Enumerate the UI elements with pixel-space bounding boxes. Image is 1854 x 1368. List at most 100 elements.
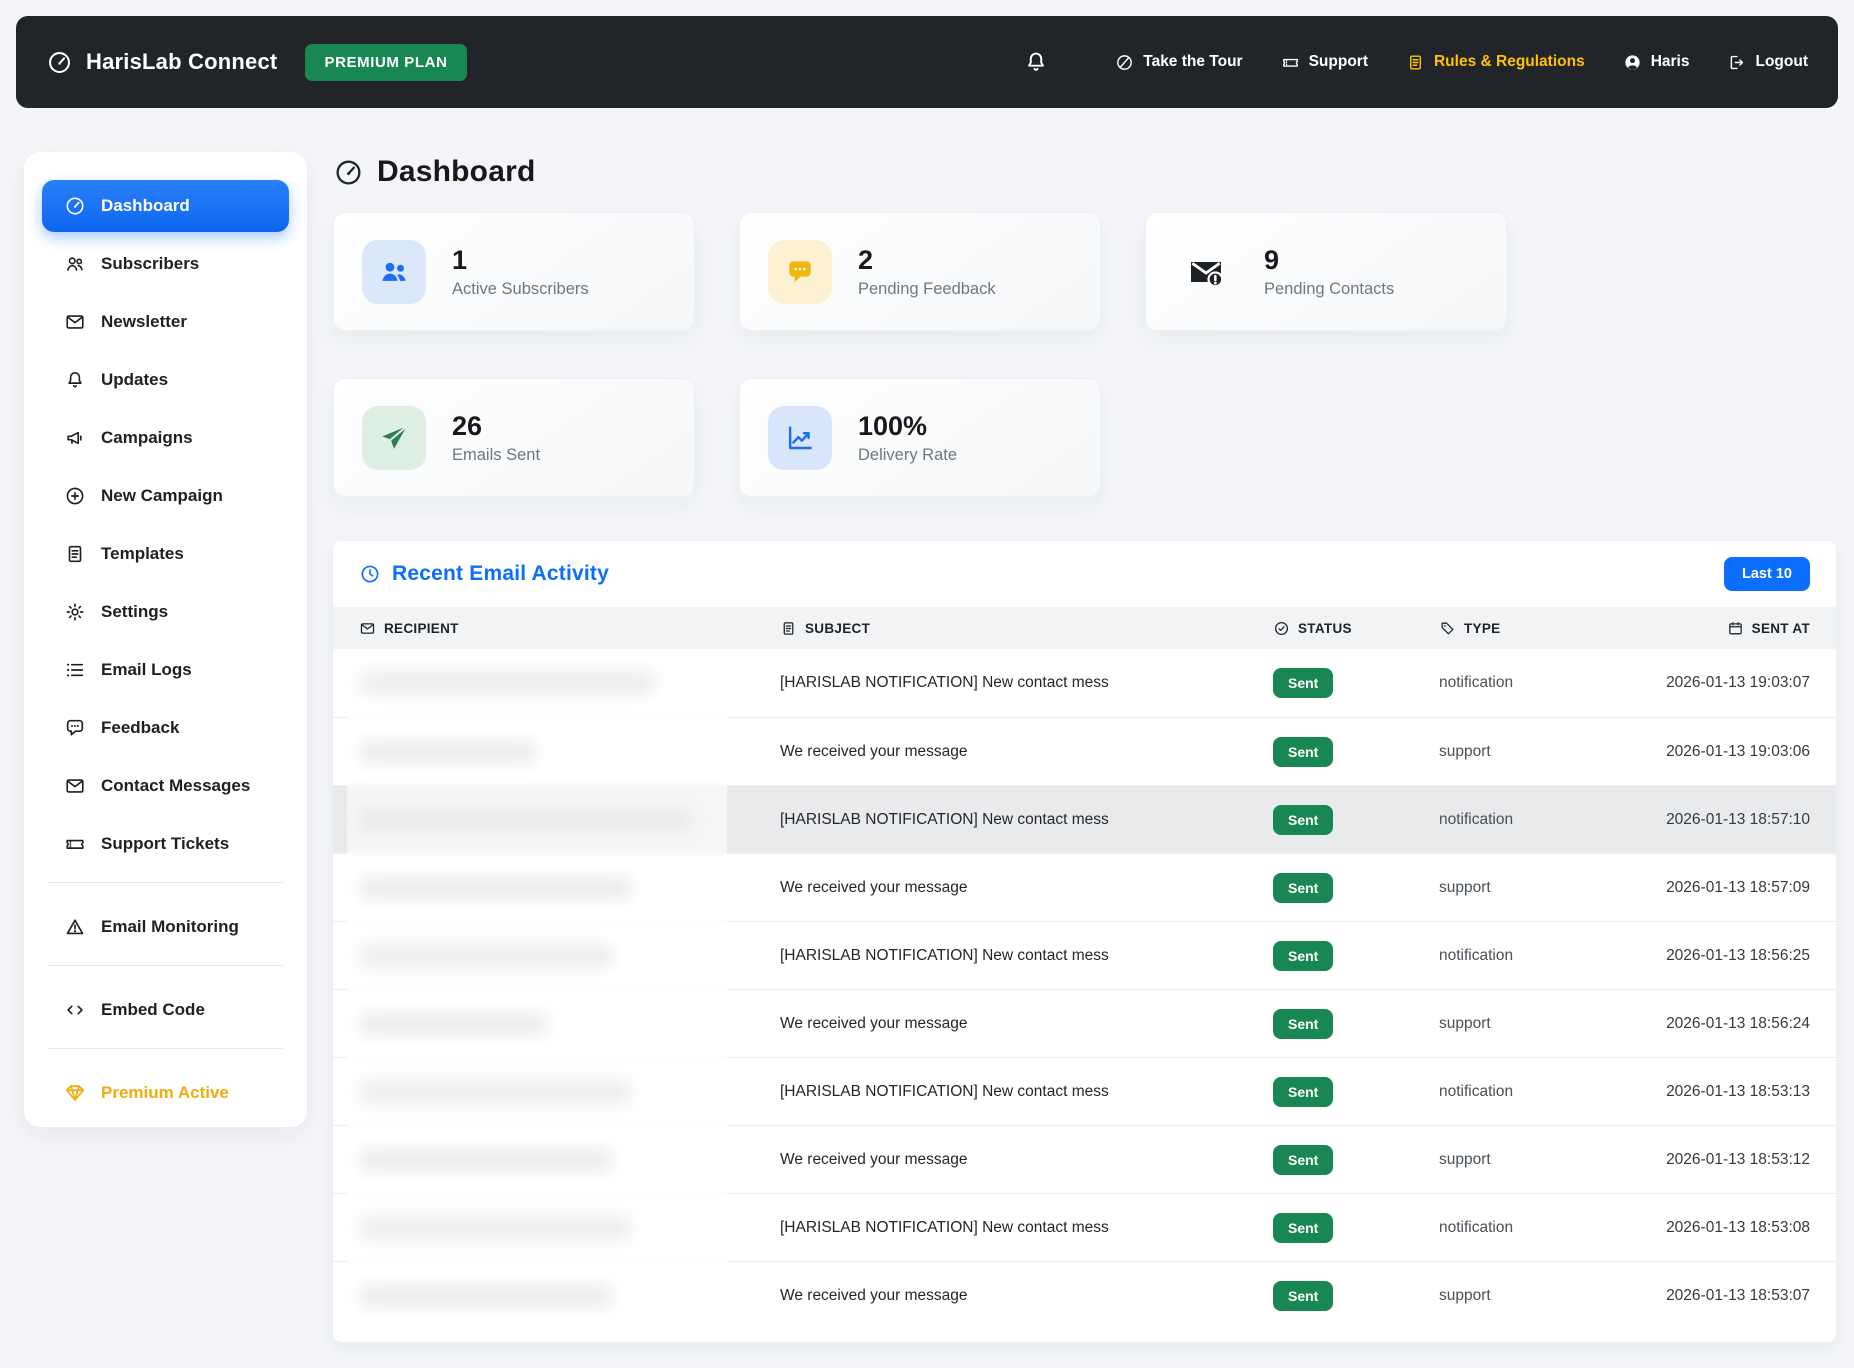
recipient-cell <box>359 876 780 900</box>
type-cell: support <box>1439 1287 1659 1305</box>
redacted-recipient <box>359 1284 614 1308</box>
nav-support[interactable]: Support <box>1281 53 1368 72</box>
sidebar-item-premium-active: Premium Active <box>42 1067 289 1119</box>
redacted-recipient <box>359 1216 632 1240</box>
last-10-button[interactable]: Last 10 <box>1724 557 1810 591</box>
subject-cell: [HARISLAB NOTIFICATION] New contact mess <box>780 1083 1273 1101</box>
table-row[interactable]: [HARISLAB NOTIFICATION] New contact mess… <box>333 921 1836 989</box>
status-badge: Sent <box>1273 805 1333 835</box>
recipient-cell <box>359 671 780 695</box>
table-row[interactable]: We received your message Sent support 20… <box>333 989 1836 1057</box>
bell-icon <box>64 369 86 391</box>
table-row[interactable]: We received your message Sent support 20… <box>333 717 1836 785</box>
sidebar-item-subscribers[interactable]: Subscribers <box>42 238 289 290</box>
column-header-recipient: RECIPIENT <box>359 620 780 637</box>
sent-at-cell: 2026-01-13 18:53:07 <box>1659 1287 1810 1305</box>
nav-rules-regulations[interactable]: Rules & Regulations <box>1406 53 1585 72</box>
notifications-bell-icon[interactable] <box>1023 49 1049 75</box>
panel-title: Recent Email Activity <box>359 562 609 586</box>
main-content: Dashboard 1 Active Subscribers 2 Pending… <box>333 152 1836 1342</box>
table-row[interactable]: [HARISLAB NOTIFICATION] New contact mess… <box>333 785 1836 853</box>
brand[interactable]: HarisLab Connect <box>46 49 277 76</box>
sent-at-cell: 2026-01-13 19:03:06 <box>1659 743 1810 761</box>
status-cell: Sent <box>1273 873 1439 903</box>
sidebar-item-newsletter[interactable]: Newsletter <box>42 296 289 348</box>
table-row[interactable]: We received your message Sent support 20… <box>333 1261 1836 1329</box>
status-badge: Sent <box>1273 668 1333 698</box>
sidebar-item-templates[interactable]: Templates <box>42 528 289 580</box>
sidebar-item-settings[interactable]: Settings <box>42 586 289 638</box>
sent-at-cell: 2026-01-13 18:57:09 <box>1659 879 1810 897</box>
subject-cell: We received your message <box>780 1287 1273 1305</box>
sidebar-item-dashboard[interactable]: Dashboard <box>42 180 289 232</box>
sent-at-cell: 2026-01-13 18:57:10 <box>1659 811 1810 829</box>
sidebar-item-embed-code[interactable]: Embed Code <box>42 984 289 1036</box>
gauge-icon <box>64 195 86 217</box>
stat-card-active-subscribers: 1 Active Subscribers <box>333 212 695 331</box>
table-body: [HARISLAB NOTIFICATION] New contact mess… <box>333 649 1836 1329</box>
gem-icon <box>64 1082 86 1104</box>
stat-value: 9 <box>1264 244 1394 278</box>
stat-value: 100% <box>858 410 957 444</box>
gauge-icon <box>46 49 73 76</box>
status-cell: Sent <box>1273 1281 1439 1311</box>
brand-name: HarisLab Connect <box>86 49 277 75</box>
type-cell: support <box>1439 1151 1659 1169</box>
send-icon <box>362 406 426 470</box>
status-cell: Sent <box>1273 805 1439 835</box>
type-cell: support <box>1439 879 1659 897</box>
envelope-icon <box>359 620 376 637</box>
chat-icon <box>64 717 86 739</box>
type-cell: notification <box>1439 811 1659 829</box>
status-badge: Sent <box>1273 1009 1333 1039</box>
redacted-recipient <box>359 671 656 695</box>
sidebar-item-email-monitoring[interactable]: Email Monitoring <box>42 901 289 953</box>
graph-icon <box>768 406 832 470</box>
redacted-recipient <box>359 944 614 968</box>
sidebar-item-contact-messages[interactable]: Contact Messages <box>42 760 289 812</box>
stat-card-pending-contacts: 9 Pending Contacts <box>1145 212 1507 331</box>
tag-icon <box>1439 620 1456 637</box>
column-header-type: TYPE <box>1439 620 1659 637</box>
nav-take-the-tour[interactable]: Take the Tour <box>1115 53 1242 72</box>
column-header-sent-at: SENT AT <box>1659 620 1810 637</box>
sidebar-item-email-logs[interactable]: Email Logs <box>42 644 289 696</box>
redacted-recipient <box>359 1012 549 1036</box>
sidebar-item-campaigns[interactable]: Campaigns <box>42 412 289 464</box>
table-row[interactable]: We received your message Sent support 20… <box>333 853 1836 921</box>
sidebar-item-updates[interactable]: Updates <box>42 354 289 406</box>
type-cell: notification <box>1439 1083 1659 1101</box>
person-icon <box>1623 53 1642 72</box>
topbar-right: Take the Tour Support Rules & Regulation… <box>1023 49 1808 75</box>
type-cell: support <box>1439 1015 1659 1033</box>
clock-icon <box>359 563 381 585</box>
nav-haris[interactable]: Haris <box>1623 53 1690 72</box>
sent-at-cell: 2026-01-13 18:56:24 <box>1659 1015 1810 1033</box>
table-row[interactable]: [HARISLAB NOTIFICATION] New contact mess… <box>333 1193 1836 1261</box>
panel-title-text: Recent Email Activity <box>392 562 609 586</box>
sent-at-cell: 2026-01-13 18:53:12 <box>1659 1151 1810 1169</box>
recipient-cell <box>359 1284 780 1308</box>
redacted-recipient <box>359 1080 632 1104</box>
sidebar-item-new-campaign[interactable]: New Campaign <box>42 470 289 522</box>
nav-logout[interactable]: Logout <box>1727 53 1808 72</box>
redacted-recipient <box>359 876 632 900</box>
table-row[interactable]: [HARISLAB NOTIFICATION] New contact mess… <box>333 1057 1836 1125</box>
table-header-row: RECIPIENT SUBJECT STATUS TYPE SENT AT <box>333 607 1836 649</box>
table-row[interactable]: [HARISLAB NOTIFICATION] New contact mess… <box>333 649 1836 717</box>
status-badge: Sent <box>1273 1213 1333 1243</box>
status-cell: Sent <box>1273 1145 1439 1175</box>
recipient-cell <box>359 1216 780 1240</box>
ticket-icon <box>64 833 86 855</box>
sent-at-cell: 2026-01-13 19:03:07 <box>1659 674 1810 692</box>
sidebar-item-support-tickets[interactable]: Support Tickets <box>42 818 289 870</box>
list-icon <box>64 659 86 681</box>
status-cell: Sent <box>1273 668 1439 698</box>
file-text-icon <box>780 620 797 637</box>
sidebar-item-feedback[interactable]: Feedback <box>42 702 289 754</box>
mail-alert-icon <box>1174 240 1238 304</box>
table-row[interactable]: We received your message Sent support 20… <box>333 1125 1836 1193</box>
header-nav: Take the Tour Support Rules & Regulation… <box>1115 53 1808 72</box>
people-fill-icon <box>362 240 426 304</box>
recipient-cell <box>359 1012 780 1036</box>
